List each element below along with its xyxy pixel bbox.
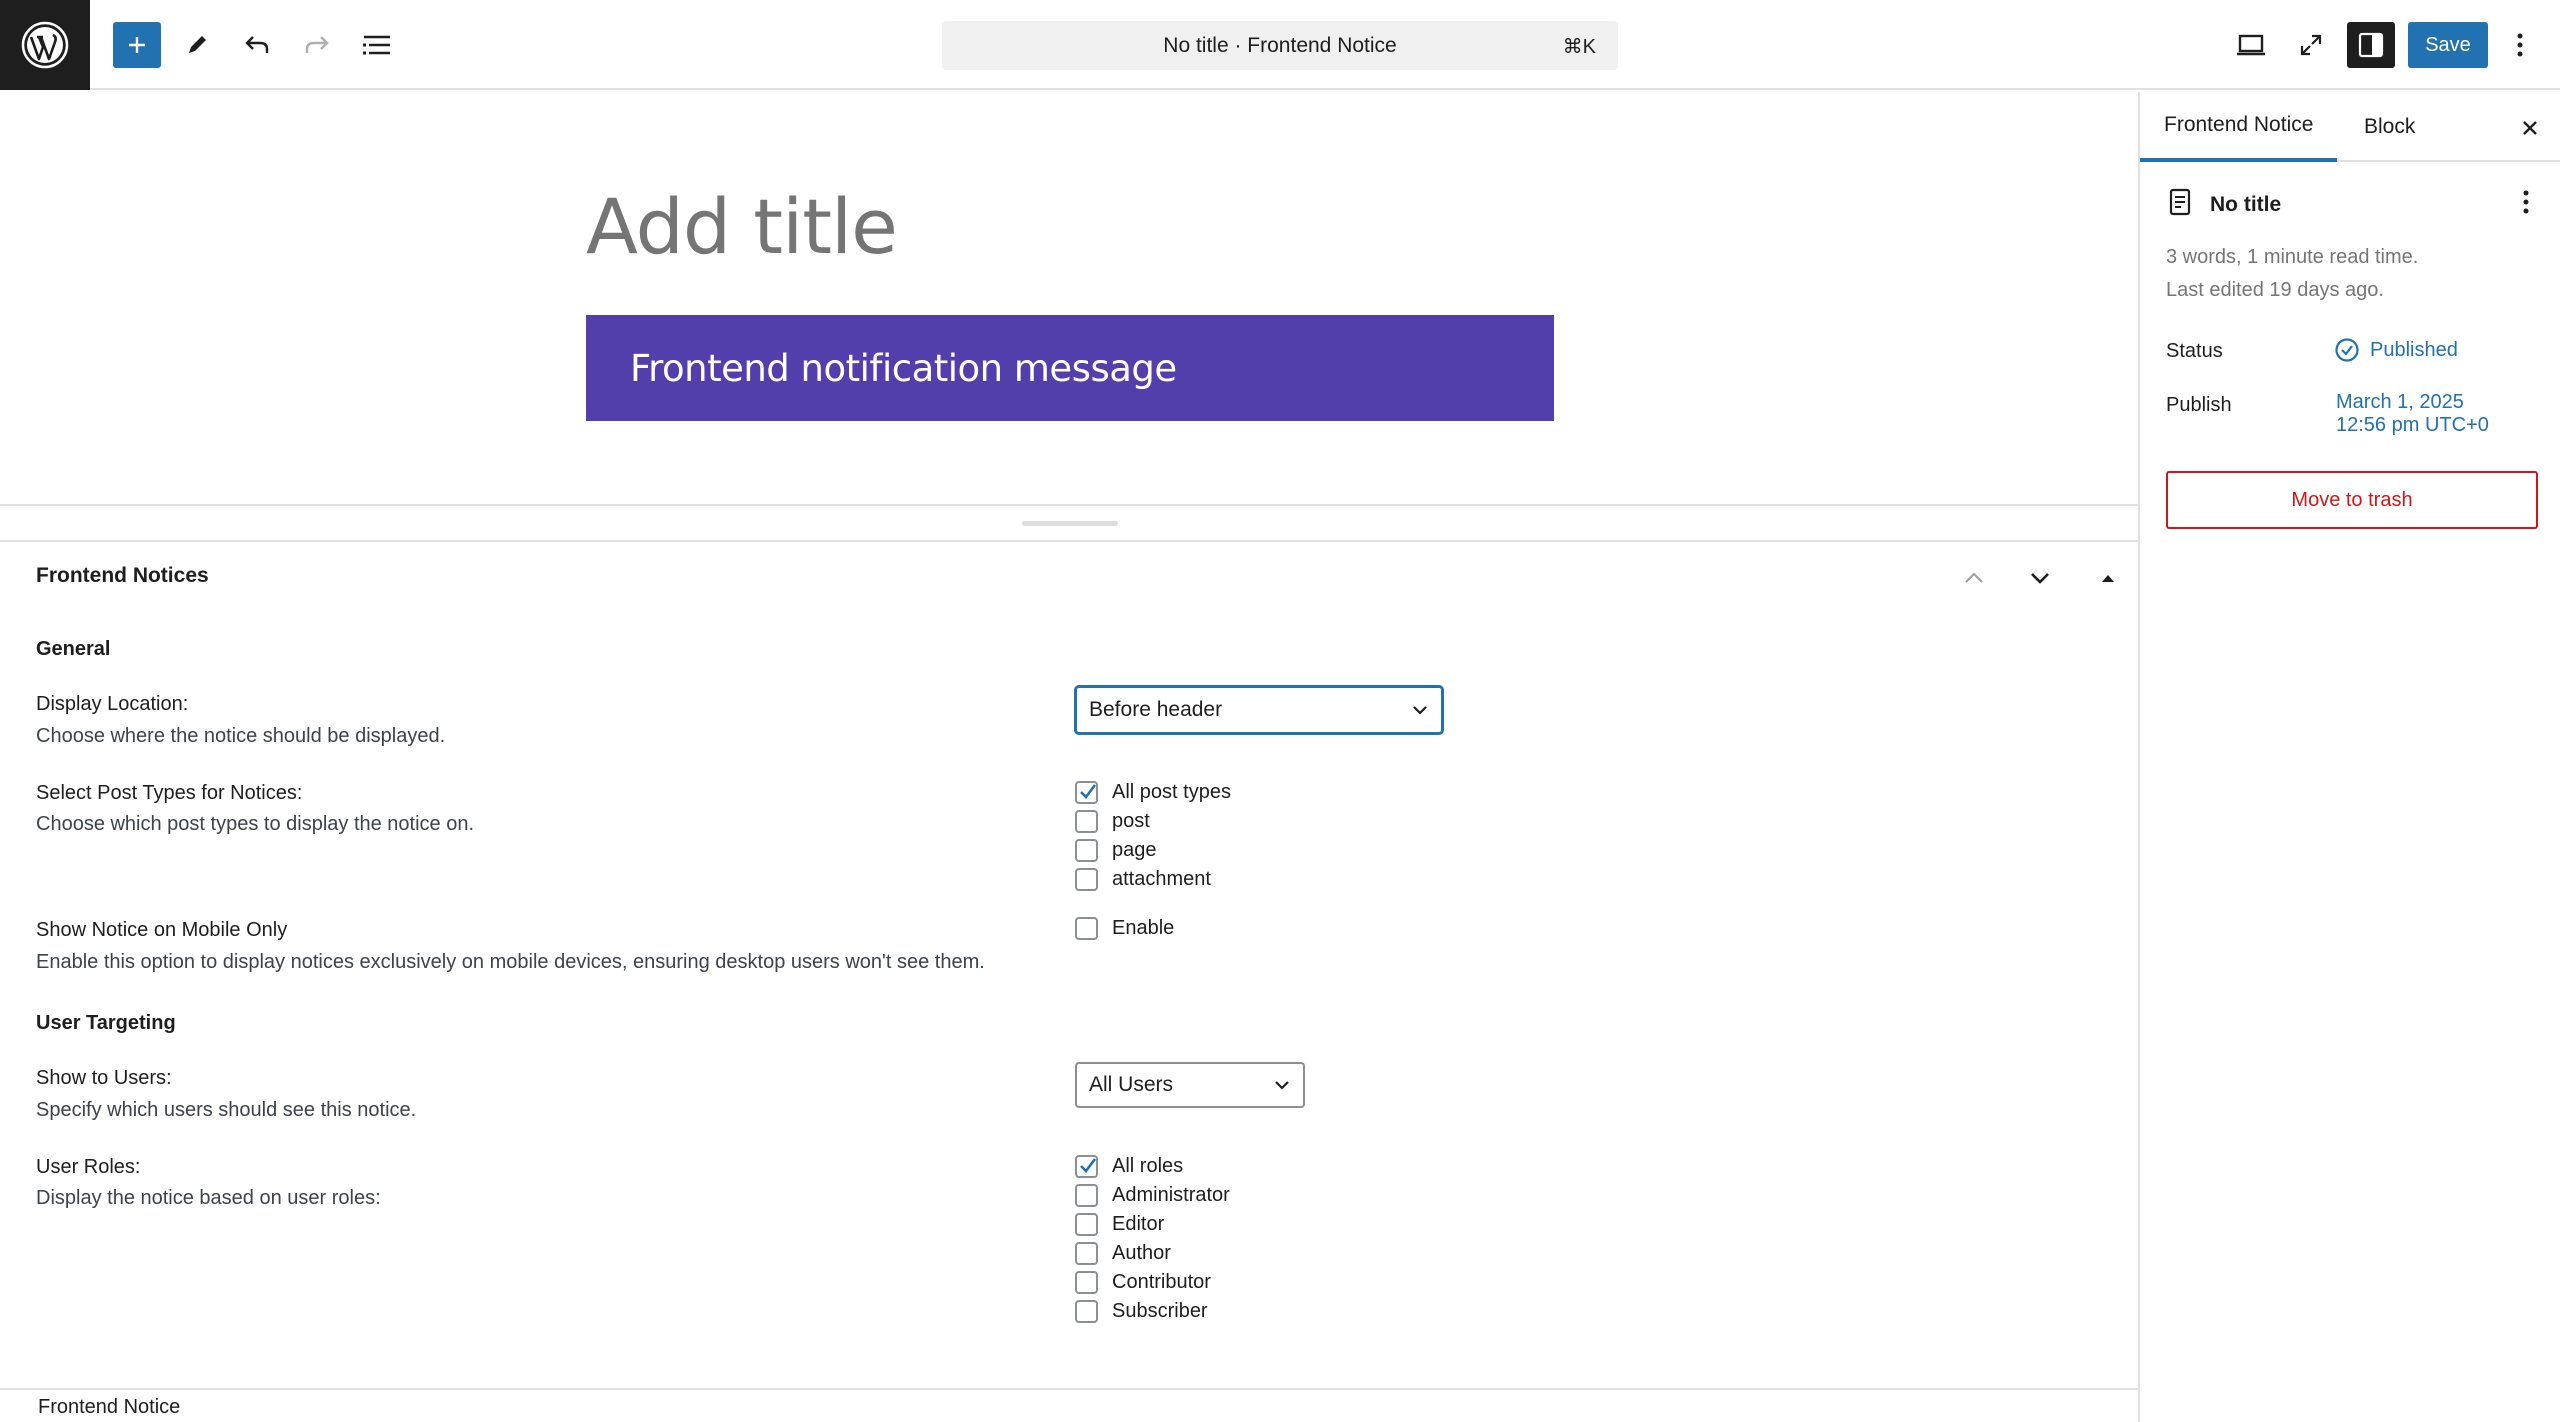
document-title: No title · Frontend Notice xyxy=(1163,33,1397,57)
checkbox-subscriber[interactable]: Subscriber xyxy=(1075,1298,1208,1324)
list-view-icon[interactable] xyxy=(353,22,401,68)
checkbox[interactable] xyxy=(1075,838,1098,862)
fullscreen-icon[interactable] xyxy=(2287,22,2335,68)
editor-canvas: Add title Frontend notification message xyxy=(0,92,2138,504)
show-to-users-select[interactable]: All Users xyxy=(1075,1062,1305,1108)
checkbox-label: Enable xyxy=(1112,916,1175,939)
document-name: No title xyxy=(2210,193,2282,216)
display-location-description: Choose where the notice should be displa… xyxy=(36,725,446,747)
page-icon xyxy=(2168,188,2192,222)
checkbox-label: Editor xyxy=(1112,1212,1165,1235)
frontend-notices-metabox: Frontend Notices General Display Locatio… xyxy=(0,542,2138,1388)
more-vertical-icon[interactable] xyxy=(2510,184,2542,220)
checkbox-post[interactable]: post xyxy=(1075,808,1150,834)
show-to-users-label: Show to Users: xyxy=(36,1067,172,1089)
checkbox[interactable] xyxy=(1075,1183,1098,1207)
metabox-resize-bar xyxy=(0,504,2138,542)
published-check-icon xyxy=(2335,338,2359,362)
checkbox[interactable] xyxy=(1075,780,1098,804)
desktop-icon[interactable] xyxy=(2227,22,2275,68)
chevron-down-icon xyxy=(1411,698,1429,722)
checkbox-label: Subscriber xyxy=(1112,1299,1208,1322)
checkbox-author[interactable]: Author xyxy=(1075,1240,1171,1266)
move-to-trash-button[interactable]: Move to trash xyxy=(2166,471,2538,529)
checkbox[interactable] xyxy=(1075,916,1098,940)
notice-text[interactable]: Frontend notification message xyxy=(630,347,1177,390)
show-to-users-value: All Users xyxy=(1089,1073,1174,1096)
pencil-icon[interactable] xyxy=(173,22,221,68)
chevron-up-icon[interactable] xyxy=(1956,560,1992,596)
checkbox[interactable] xyxy=(1075,1299,1098,1323)
command-palette-bar[interactable]: No title · Frontend Notice ⌘K xyxy=(942,21,1618,70)
post-types-description: Choose which post types to display the n… xyxy=(36,813,475,835)
checkbox-label: Author xyxy=(1112,1241,1171,1264)
breadcrumb-item[interactable]: Frontend Notice xyxy=(38,1396,180,1419)
section-user-targeting-heading: User Targeting xyxy=(36,1012,176,1034)
checkbox[interactable] xyxy=(1075,867,1098,891)
publish-time: 12:56 pm UTC+0 xyxy=(2336,414,2489,436)
checkbox-all-roles[interactable]: All roles xyxy=(1075,1153,1183,1179)
checkbox-label: Contributor xyxy=(1112,1270,1211,1293)
caret-up-icon[interactable] xyxy=(2090,560,2126,596)
checkbox[interactable] xyxy=(1075,809,1098,833)
document-summary: No title xyxy=(2168,188,2281,222)
checkbox-label: All roles xyxy=(1112,1154,1184,1177)
mobile-only-description: Enable this option to display notices ex… xyxy=(36,951,985,973)
tab-block[interactable]: Block xyxy=(2340,92,2439,162)
resize-handle[interactable] xyxy=(1022,521,1118,526)
block-breadcrumb: Frontend Notice xyxy=(0,1388,2138,1422)
user-roles-description: Display the notice based on user roles: xyxy=(36,1187,381,1209)
checkbox[interactable] xyxy=(1075,1270,1098,1294)
status-value: Published xyxy=(2370,338,2458,361)
section-general-heading: General xyxy=(36,638,111,660)
more-vertical-icon[interactable] xyxy=(2500,22,2540,68)
checkbox-administrator[interactable]: Administrator xyxy=(1075,1182,1230,1208)
checkbox-label: page xyxy=(1112,838,1157,861)
post-types-label: Select Post Types for Notices: xyxy=(36,782,303,804)
editor-toolbar: No title · Frontend Notice ⌘K Save xyxy=(0,0,2560,90)
save-button[interactable]: Save xyxy=(2408,22,2488,68)
tab-document[interactable]: Frontend Notice xyxy=(2140,92,2338,162)
metabox-title: Frontend Notices xyxy=(36,564,209,587)
publish-date: March 1, 2025 xyxy=(2336,391,2464,413)
checkbox-contributor[interactable]: Contributor xyxy=(1075,1269,1211,1295)
checkbox[interactable] xyxy=(1075,1212,1098,1236)
checkbox-label: attachment xyxy=(1112,867,1211,890)
chevron-down-icon xyxy=(1273,1073,1291,1097)
checkbox-attachment[interactable]: attachment xyxy=(1075,866,1211,892)
checkbox-page[interactable]: page xyxy=(1075,837,1157,863)
wordpress-icon[interactable] xyxy=(0,0,90,90)
checkbox-label: post xyxy=(1112,809,1150,832)
checkbox[interactable] xyxy=(1075,1154,1098,1178)
shortcut-hint: ⌘K xyxy=(1562,36,1596,58)
checkbox-mobile-enable[interactable]: Enable xyxy=(1075,915,1174,941)
user-roles-label: User Roles: xyxy=(36,1156,141,1178)
notice-block[interactable]: Frontend notification message xyxy=(586,315,1554,421)
status-button[interactable]: Published xyxy=(2334,337,2458,363)
post-title-input[interactable]: Add title xyxy=(586,182,898,271)
sidebar-tabs: Frontend Notice Block xyxy=(2140,92,2560,162)
settings-sidebar: Frontend Notice Block No title 3 words, … xyxy=(2138,92,2560,1422)
chevron-down-icon[interactable] xyxy=(2022,560,2058,596)
display-location-value: Before header xyxy=(1089,698,1223,721)
undo-icon[interactable] xyxy=(233,22,281,68)
publish-label: Publish xyxy=(2166,394,2232,416)
sidebar-icon[interactable] xyxy=(2347,22,2395,68)
redo-icon[interactable] xyxy=(293,22,341,68)
publish-date-button[interactable]: March 1, 2025 12:56 pm UTC+0 xyxy=(2336,391,2489,437)
checkbox[interactable] xyxy=(1075,1241,1098,1265)
mobile-only-label: Show Notice on Mobile Only xyxy=(36,919,288,941)
close-icon[interactable] xyxy=(2510,108,2550,148)
checkbox-label: Administrator xyxy=(1112,1183,1230,1206)
display-location-select[interactable]: Before header xyxy=(1075,686,1443,734)
word-count: 3 words, 1 minute read time. xyxy=(2166,246,2419,268)
display-location-label: Display Location: xyxy=(36,693,189,715)
status-label: Status xyxy=(2166,340,2223,362)
show-to-users-description: Specify which users should see this noti… xyxy=(36,1099,417,1121)
plus-icon[interactable] xyxy=(113,22,161,68)
last-edited: Last edited 19 days ago. xyxy=(2166,279,2384,301)
checkbox-all-post-types[interactable]: All post types xyxy=(1075,779,1231,805)
checkbox-editor[interactable]: Editor xyxy=(1075,1211,1164,1237)
checkbox-label: All post types xyxy=(1112,780,1231,803)
